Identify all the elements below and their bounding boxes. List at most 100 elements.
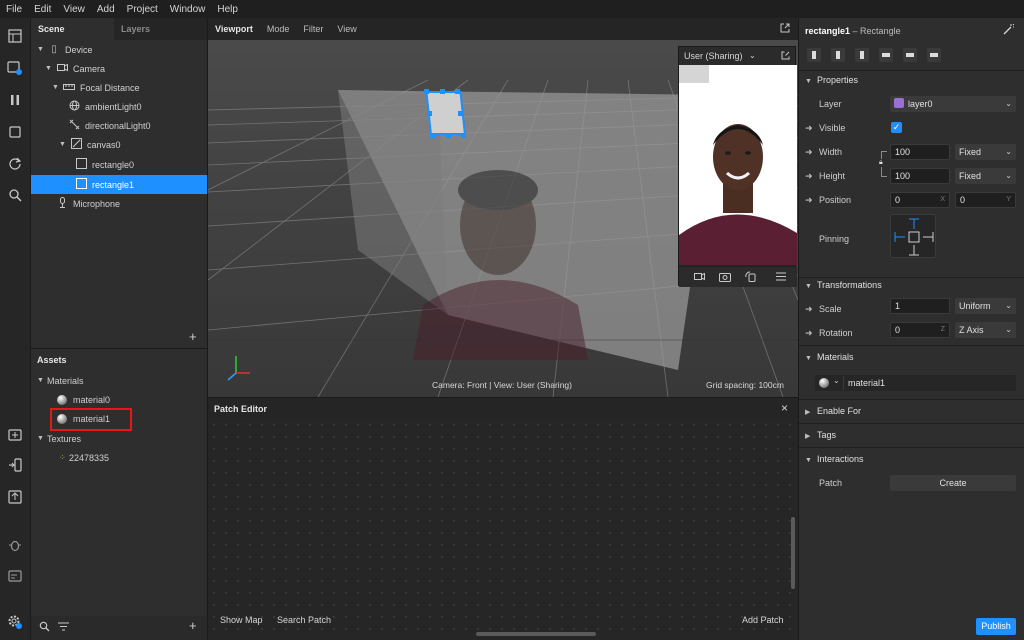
tab-viewport[interactable]: Viewport — [208, 24, 260, 34]
console-icon[interactable] — [7, 568, 23, 584]
refresh-icon[interactable] — [7, 155, 23, 171]
material-slot[interactable]: ⌄ material1 — [815, 375, 1016, 391]
expand-triangle-icon[interactable]: ▼ — [52, 84, 62, 91]
tab-filter[interactable]: Filter — [296, 24, 330, 34]
expand-triangle-icon[interactable]: ▼ — [45, 65, 55, 72]
tree-item-ambientlight0[interactable]: ambientLight0 — [67, 97, 142, 116]
expand-triangle-icon[interactable]: ▼ — [37, 46, 47, 53]
height-mode-select[interactable]: Fixed ⌄ — [955, 168, 1016, 184]
tree-item-focal-distance[interactable]: ▼ Focal Distance — [52, 78, 140, 97]
height-input[interactable]: 100 — [890, 168, 950, 184]
tree-item-camera[interactable]: ▼ Camera — [45, 59, 105, 78]
align-bottom-button[interactable] — [927, 48, 941, 62]
device-preview-icon[interactable] — [7, 60, 23, 76]
tab-scene[interactable]: Scene — [31, 18, 114, 40]
tree-item-canvas0[interactable]: ▼ canvas0 — [59, 135, 121, 154]
tree-item-rectangle1[interactable]: rectangle1 — [74, 175, 134, 194]
section-properties[interactable]: ▼ Properties — [805, 75, 858, 85]
chevron-down-icon[interactable]: ⌄ — [749, 51, 756, 60]
assets-materials-group[interactable]: ▼ Materials — [37, 371, 84, 390]
rotate-device-icon[interactable] — [745, 271, 756, 284]
create-patch-button[interactable]: Create — [890, 475, 1016, 491]
asset-texture[interactable]: ⁘ 22478335 — [59, 448, 109, 467]
scale-mode-select[interactable]: Uniform ⌄ — [955, 298, 1016, 314]
chevron-down-icon[interactable]: ⌄ — [833, 376, 840, 385]
magic-wand-icon[interactable] — [1003, 23, 1015, 37]
menu-edit[interactable]: Edit — [28, 4, 57, 15]
keyframe-arrow-icon[interactable]: ➜ — [805, 328, 813, 339]
search-icon[interactable] — [39, 621, 50, 634]
expand-triangle-icon[interactable]: ▼ — [59, 141, 69, 148]
horizontal-scrollbar[interactable] — [476, 632, 596, 636]
keyframe-arrow-icon[interactable]: ➜ — [805, 147, 813, 158]
position-y-input[interactable]: 0Y — [955, 192, 1016, 208]
filter-icon[interactable] — [58, 622, 69, 633]
expand-triangle-icon[interactable]: ▼ — [37, 377, 47, 384]
tree-item-device[interactable]: ▼ ▯ Device — [37, 40, 93, 59]
menu-icon[interactable] — [776, 272, 786, 283]
scale-input[interactable]: 1 — [890, 298, 950, 314]
width-input[interactable]: 100 — [890, 144, 950, 160]
section-tags[interactable]: ▶ Tags — [805, 430, 836, 440]
keyframe-arrow-icon[interactable]: ➜ — [805, 171, 813, 182]
add-asset-button[interactable]: + — [189, 618, 197, 633]
position-x-input[interactable]: 0X — [890, 192, 950, 208]
lock-icon[interactable]: 🔒︎ — [879, 159, 883, 167]
align-top-button[interactable] — [879, 48, 893, 62]
settings-gear-icon[interactable] — [7, 614, 23, 630]
pop-out-icon[interactable] — [780, 23, 790, 35]
tree-item-microphone[interactable]: Microphone — [55, 194, 120, 213]
add-patch-button[interactable]: Add Patch — [742, 615, 784, 625]
tree-item-directionallight0[interactable]: directionalLight0 — [67, 116, 151, 135]
menu-project[interactable]: Project — [121, 4, 164, 15]
vertical-scrollbar[interactable] — [791, 517, 795, 589]
visible-checkbox[interactable]: ✓ — [891, 122, 902, 133]
section-materials[interactable]: ▼ Materials — [805, 352, 854, 362]
video-icon[interactable] — [694, 272, 705, 283]
stop-icon[interactable] — [7, 124, 23, 140]
import-icon[interactable] — [7, 426, 23, 442]
viewport-canvas[interactable]: Camera: Front | View: User (Sharing) Gri… — [208, 40, 798, 397]
add-object-button[interactable]: + — [189, 329, 197, 344]
assets-textures-group[interactable]: ▼ Textures — [37, 429, 81, 448]
rotation-input[interactable]: 0Z — [890, 322, 950, 338]
align-left-button[interactable] — [807, 48, 821, 62]
pinning-widget[interactable] — [890, 214, 936, 258]
align-right-button[interactable] — [855, 48, 869, 62]
patch-editor-canvas[interactable]: Show Map Search Patch Add Patch — [208, 419, 798, 640]
send-to-device-icon[interactable] — [7, 457, 23, 473]
menu-view[interactable]: View — [57, 4, 91, 15]
preview-title[interactable]: User (Sharing) — [684, 51, 743, 61]
asset-material0[interactable]: material0 — [57, 390, 110, 409]
menu-add[interactable]: Add — [91, 4, 121, 15]
upload-icon[interactable] — [7, 489, 23, 505]
keyframe-arrow-icon[interactable]: ➜ — [805, 195, 813, 206]
section-interactions[interactable]: ▼ Interactions — [805, 454, 864, 464]
layer-select[interactable]: layer0 ⌄ — [890, 96, 1016, 112]
align-middle-button[interactable] — [903, 48, 917, 62]
switch-camera-icon[interactable] — [719, 271, 731, 284]
layout-icon[interactable] — [7, 28, 23, 44]
close-icon[interactable]: × — [781, 401, 788, 415]
keyframe-arrow-icon[interactable]: ➜ — [805, 304, 813, 315]
search-patch-button[interactable]: Search Patch — [277, 615, 331, 625]
keyframe-arrow-icon[interactable]: ➜ — [805, 123, 813, 134]
menu-window[interactable]: Window — [164, 4, 212, 15]
publish-button[interactable]: Publish — [976, 618, 1016, 635]
menu-file[interactable]: File — [0, 4, 28, 15]
menu-help[interactable]: Help — [211, 4, 244, 15]
rotation-axis-select[interactable]: Z Axis ⌄ — [955, 322, 1016, 338]
section-transformations[interactable]: ▼ Transformations — [805, 280, 882, 290]
expand-triangle-icon[interactable]: ▼ — [37, 435, 47, 442]
width-mode-select[interactable]: Fixed ⌄ — [955, 144, 1016, 160]
tree-item-rectangle0[interactable]: rectangle0 — [74, 155, 134, 174]
pop-out-icon[interactable] — [781, 51, 790, 62]
tab-view[interactable]: View — [330, 24, 363, 34]
pause-icon[interactable] — [7, 92, 23, 108]
search-icon[interactable] — [7, 187, 23, 203]
bug-icon[interactable] — [7, 537, 23, 553]
show-map-button[interactable]: Show Map — [220, 615, 263, 625]
tab-layers[interactable]: Layers — [114, 18, 157, 40]
align-center-button[interactable] — [831, 48, 845, 62]
tab-mode[interactable]: Mode — [260, 24, 297, 34]
